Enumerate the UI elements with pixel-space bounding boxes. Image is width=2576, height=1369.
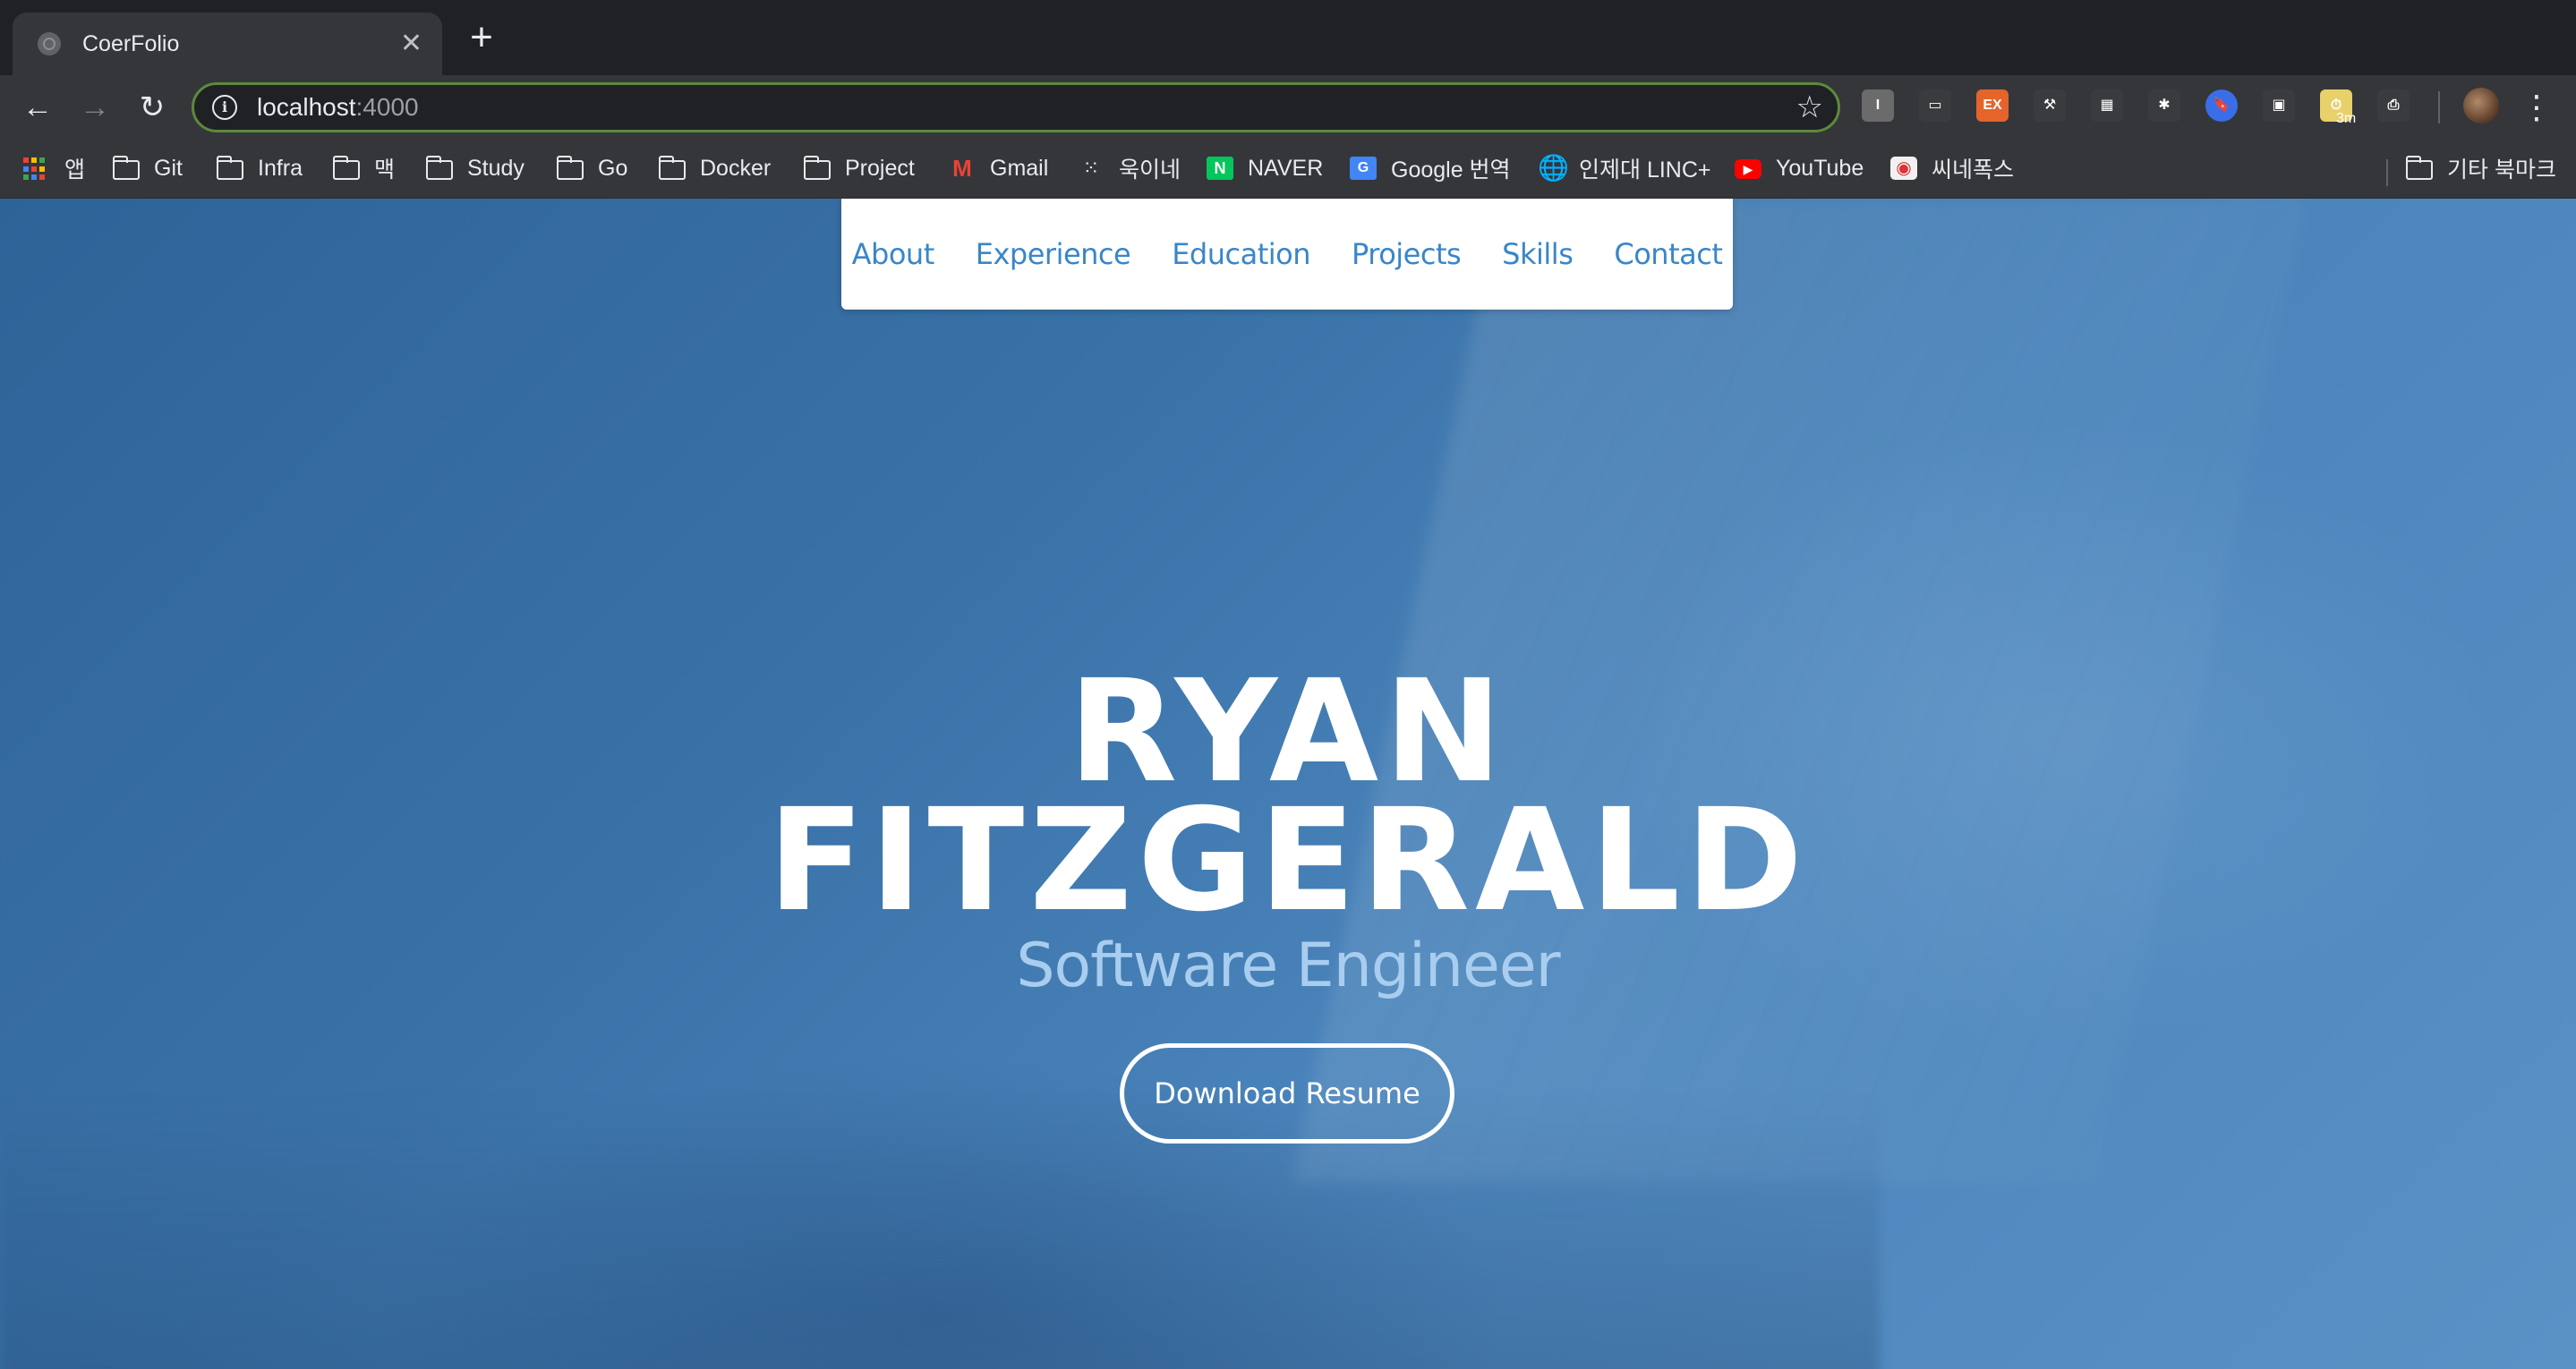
folder-icon — [803, 156, 831, 180]
folder-icon — [332, 156, 360, 180]
bookmark-label: Google 번역 — [1391, 157, 1511, 183]
url-host: localhost — [257, 93, 356, 121]
tab-title: CoerFolio — [82, 30, 180, 56]
tab-strip: CoerFolio ✕ + — [0, 0, 2576, 75]
bookmark-linc[interactable]: 🌐 인제대 LINC+ — [1538, 149, 1711, 188]
nav-link-contact[interactable]: Contact — [1593, 237, 1743, 271]
dots-icon: ⁙ — [1082, 157, 1100, 179]
bookmark-label: Git — [154, 155, 183, 181]
browser-tab[interactable]: CoerFolio ✕ — [13, 13, 442, 75]
cinefox-icon: ◉ — [1890, 157, 1917, 180]
hero-section: About Experience Education Projects Skil… — [0, 199, 2576, 1369]
hero-name-first: RYAN — [1068, 650, 1508, 814]
bookmark-label: 인제대 LINC+ — [1579, 157, 1711, 183]
bookmark-label: 씨네폭스 — [1932, 157, 2015, 183]
bookmarks-divider — [2386, 159, 2388, 186]
bookmark-ukine[interactable]: ⁙ 욱이네 — [1078, 149, 1181, 188]
forward-button[interactable]: → — [75, 88, 115, 127]
bookmark-other[interactable]: 기타 북마크 — [2405, 149, 2556, 188]
bookmark-label: 맥 — [374, 157, 396, 183]
folder-icon — [112, 156, 140, 180]
bookmark-label: Project — [845, 155, 915, 181]
naver-icon: N — [1207, 157, 1233, 180]
bookmark-folder-infra[interactable]: Infra — [216, 149, 303, 188]
image-ext-icon[interactable]: ▣ — [2263, 89, 2295, 122]
bookmark-label: Docker — [700, 155, 772, 181]
folder-icon — [658, 156, 686, 180]
tools-ext-icon[interactable]: ⚒ — [2034, 89, 2066, 122]
hero-name-last: FITZGERALD — [767, 778, 1809, 943]
ex-ext-icon[interactable]: EX — [1976, 89, 2009, 122]
bookmark-star-icon[interactable]: ☆ — [1796, 89, 1823, 125]
globe-favicon-icon — [38, 32, 61, 55]
profile-avatar[interactable] — [2463, 88, 2499, 123]
nav-link-experience[interactable]: Experience — [955, 237, 1151, 271]
bookmark-apps[interactable]: 앱 — [23, 149, 85, 188]
bookmark-folder-project[interactable]: Project — [803, 149, 915, 188]
bookmarks-bar: 앱 Git Infra 맥 Study Go Docker Project M … — [0, 140, 2576, 199]
back-button[interactable]: ← — [18, 88, 57, 127]
hero-name: RYAN FITZGERALD — [0, 650, 2576, 943]
bookmark-label: Infra — [258, 155, 303, 181]
bookmark-youtube[interactable]: ▶ YouTube — [1735, 149, 1864, 188]
screen-ext-icon[interactable]: ▭ — [1919, 89, 1951, 122]
apps-icon — [23, 157, 50, 181]
site-navbar: About Experience Education Projects Skil… — [841, 199, 1733, 310]
toolbar-divider — [2438, 91, 2440, 123]
hero-job-title: Software Engineer — [1016, 931, 1560, 1001]
bookmark-label: 앱 — [64, 157, 86, 183]
bookmark-label: YouTube — [1776, 155, 1864, 181]
bookmark-gmail[interactable]: M Gmail — [949, 149, 1048, 188]
youtube-icon: ▶ — [1735, 159, 1761, 179]
nav-link-projects[interactable]: Projects — [1331, 237, 1481, 271]
bookmark-label: Study — [467, 155, 525, 181]
bookmark-folder-mac[interactable]: 맥 — [332, 149, 396, 188]
browser-toolbar: ← → ↻ i localhost:4000 ☆ I ▭ EX ⚒ ▦ ✱ 🔖 … — [0, 75, 2576, 140]
bookmark-folder-git[interactable]: Git — [112, 149, 183, 188]
bookmark-google-translate[interactable]: G Google 번역 — [1350, 149, 1511, 188]
new-tab-button[interactable]: + — [464, 18, 499, 57]
bookmark-cinefox[interactable]: ◉ 씨네폭스 — [1890, 149, 2014, 188]
bookmark-label: 기타 북마크 — [2447, 157, 2556, 183]
folder-icon — [2405, 156, 2433, 180]
nav-link-about[interactable]: About — [832, 237, 955, 271]
i-ext-icon[interactable]: I — [1862, 89, 1894, 122]
grid-ext-icon[interactable]: ▦ — [2091, 89, 2123, 122]
url-port: :4000 — [355, 93, 419, 121]
bookmark-label: NAVER — [1248, 155, 1324, 181]
nav-link-skills[interactable]: Skills — [1481, 237, 1593, 271]
globe-icon: 🌐 — [1538, 154, 1569, 182]
close-tab-icon[interactable]: ✕ — [400, 30, 422, 57]
browser-menu-icon[interactable]: ⋮ — [2521, 88, 2553, 127]
bookmark-folder-go[interactable]: Go — [556, 149, 628, 188]
translate-icon: G — [1350, 157, 1377, 180]
asterisk-ext-icon[interactable]: ✱ — [2148, 89, 2180, 122]
address-bar[interactable]: i localhost:4000 ☆ — [192, 82, 1840, 132]
bookmark-ext-icon[interactable]: 🔖 — [2205, 89, 2238, 122]
nav-link-education[interactable]: Education — [1151, 237, 1331, 271]
bookmark-label: 욱이네 — [1119, 157, 1181, 183]
bookmark-label: Gmail — [990, 155, 1049, 181]
download-resume-button[interactable]: Download Resume — [1120, 1043, 1454, 1144]
folder-icon — [556, 156, 584, 180]
site-info-icon[interactable]: i — [212, 95, 237, 120]
bookmark-naver[interactable]: N NAVER — [1207, 149, 1323, 188]
print-ext-icon[interactable]: ⎙ — [2377, 89, 2410, 122]
bookmark-folder-study[interactable]: Study — [425, 149, 525, 188]
gmail-icon: M — [952, 155, 972, 182]
timer-badge: 3m — [2336, 111, 2357, 126]
folder-icon — [425, 156, 453, 180]
reload-button[interactable]: ↻ — [132, 88, 172, 127]
bookmark-label: Go — [598, 155, 628, 181]
bookmark-folder-docker[interactable]: Docker — [658, 149, 772, 188]
background-keyboard-image — [0, 1093, 1880, 1369]
folder-icon — [216, 156, 243, 180]
